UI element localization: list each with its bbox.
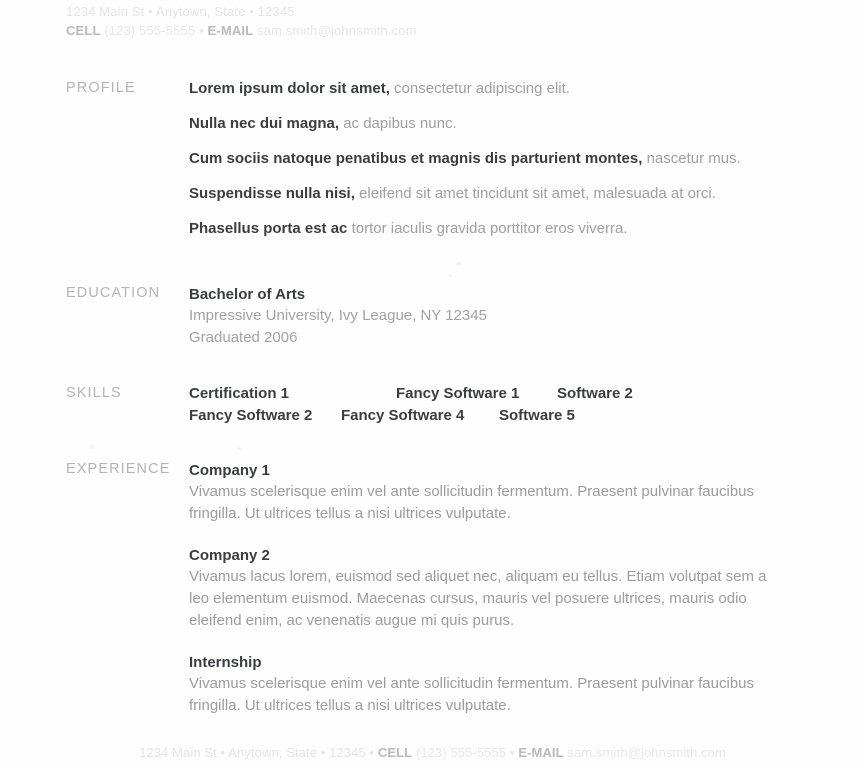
footer-address: 1234 Main St • Anytown, State • 12345 •: [139, 745, 375, 760]
profile-line-rest: ac dapibus nunc.: [339, 115, 457, 132]
experience-entry: Company 1 Vivamus scelerisque enim vel a…: [189, 461, 799, 525]
profile-line-bold: Cum sociis natoque penatibus et magnis d…: [189, 150, 643, 167]
header-cell-email: CELL (123) 555-5555 • E-MAIL sam.smith@j…: [66, 21, 806, 40]
skill-item: Software 5: [499, 407, 575, 424]
experience-body: Company 1 Vivamus scelerisque enim vel a…: [189, 461, 799, 717]
experience-title: Internship: [189, 654, 262, 671]
header-cell-label: CELL: [66, 23, 101, 38]
resume-page: 1234 Main St • Anytown, State • 12345 CE…: [0, 0, 865, 768]
scan-speckle: [456, 262, 461, 265]
education-school: Impressive University, Ivy League, NY 12…: [189, 307, 487, 324]
skills-grid: Certification 1 Fancy Software 1 Softwar…: [189, 385, 659, 429]
profile-line-bold: Suspendisse nulla nisi,: [189, 185, 355, 202]
profile-line-rest: consectetur adipiscing elit.: [389, 80, 570, 97]
experience-title: Company 1: [189, 462, 270, 479]
section-label-profile: PROFILE: [66, 80, 136, 96]
profile-line-rest: nascetur mus.: [642, 150, 741, 167]
skills-row: Certification 1 Fancy Software 1 Softwar…: [189, 385, 659, 407]
scan-speckle: [448, 274, 452, 277]
profile-line: Lorem ipsum dolor sit amet, consectetur …: [189, 80, 799, 97]
profile-line: Phasellus porta est ac tortor iaculis gr…: [189, 220, 799, 237]
section-label-skills: SKILLS: [66, 385, 122, 401]
header-email-value: sam.smith@johnsmith.com: [256, 23, 417, 38]
skills-body: Certification 1 Fancy Software 1 Softwar…: [189, 385, 799, 429]
skill-item: Fancy Software 4: [341, 407, 465, 424]
experience-description: Vivamus scelerisque enim vel ante sollic…: [189, 483, 754, 522]
profile-line: Nulla nec dui magna, ac dapibus nunc.: [189, 115, 799, 132]
education-degree: Bachelor of Arts: [189, 286, 306, 303]
experience-entry: Company 2 Vivamus lacus lorem, euismod s…: [189, 546, 799, 632]
skill-item: Software 2: [557, 385, 633, 402]
footer-cell-value: (123) 555-5555 •: [415, 745, 515, 760]
scan-speckle: [237, 447, 241, 450]
header-cell-value: (123) 555-5555: [104, 23, 196, 38]
header-email-label: E-MAIL: [207, 23, 254, 38]
section-label-education: EDUCATION: [66, 285, 161, 301]
contact-header: 1234 Main St • Anytown, State • 12345 CE…: [66, 2, 806, 40]
header-address: 1234 Main St • Anytown, State • 12345: [66, 4, 295, 19]
experience-entry: Internship Vivamus scelerisque enim vel …: [189, 653, 799, 717]
footer-email-value: sam.smith@johnsmith.com: [567, 745, 726, 760]
experience-description: Vivamus lacus lorem, euismod sed aliquet…: [189, 568, 767, 629]
profile-line-bold: Phasellus porta est ac: [189, 220, 348, 237]
skills-row: Fancy Software 2 Fancy Software 4 Softwa…: [189, 407, 659, 429]
profile-body: Lorem ipsum dolor sit amet, consectetur …: [189, 80, 799, 237]
experience-title: Company 2: [189, 547, 270, 564]
footer-email-label: E-MAIL: [518, 745, 564, 760]
profile-line: Cum sociis natoque penatibus et magnis d…: [189, 150, 799, 167]
skill-item: Fancy Software 2: [189, 407, 313, 424]
footer-cell-label: CELL: [377, 745, 413, 760]
education-graduated: Graduated 2006: [189, 329, 298, 346]
profile-line: Suspendisse nulla nisi, eleifend sit ame…: [189, 185, 799, 202]
profile-line-rest: eleifend sit amet tincidunt sit amet, ma…: [354, 185, 716, 202]
education-body: Bachelor of Arts Impressive University, …: [189, 285, 799, 349]
profile-line-rest: tortor iaculis gravida porttitor eros vi…: [347, 220, 628, 237]
profile-line-bold: Lorem ipsum dolor sit amet,: [189, 80, 390, 97]
header-separator: •: [199, 23, 204, 38]
profile-line-bold: Nulla nec dui magna,: [189, 115, 340, 132]
scan-speckle: [90, 444, 94, 449]
contact-footer: 1234 Main St • Anytown, State • 12345 • …: [0, 744, 865, 762]
skill-item: Fancy Software 1: [396, 385, 520, 402]
section-label-experience: EXPERIENCE: [66, 461, 171, 477]
experience-description: Vivamus scelerisque enim vel ante sollic…: [189, 675, 754, 714]
skill-item: Certification 1: [189, 385, 290, 402]
